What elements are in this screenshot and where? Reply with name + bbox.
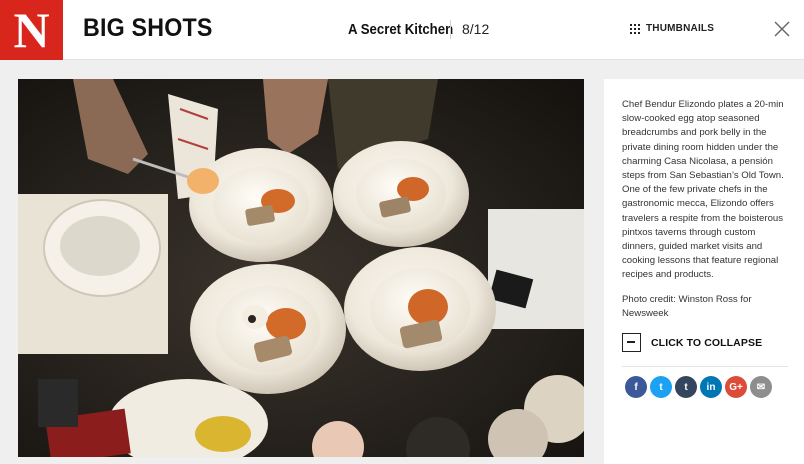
kitchen-plating-image [18, 79, 584, 457]
grid-icon [630, 23, 640, 34]
newsweek-logo[interactable]: N [0, 0, 63, 60]
facebook-icon[interactable]: f [625, 376, 647, 398]
thumbnails-button[interactable]: THUMBNAILS [630, 23, 714, 34]
close-icon[interactable] [772, 19, 792, 39]
slide-counter: 8/12 [462, 21, 490, 37]
photo-credit: Photo credit: Winston Ross for Newsweek [622, 294, 752, 320]
title-divider [450, 20, 451, 39]
share-buttons: f t t in G+ ✉ [625, 376, 775, 398]
panel-divider [622, 366, 788, 367]
collapse-label: CLICK TO COLLAPSE [651, 336, 763, 349]
caption-panel: Chef Bendur Elizondo plates a 20-min slo… [604, 79, 804, 464]
tumblr-icon[interactable]: t [675, 376, 697, 398]
gallery-photo [18, 79, 584, 457]
twitter-icon[interactable]: t [650, 376, 672, 398]
thumbnails-label: THUMBNAILS [646, 23, 715, 34]
minus-icon [622, 333, 641, 352]
googleplus-icon[interactable]: G+ [725, 376, 747, 398]
collapse-button[interactable]: CLICK TO COLLAPSE [622, 333, 762, 352]
photo-caption: Chef Bendur Elizondo plates a 20-min slo… [622, 99, 784, 281]
email-icon[interactable]: ✉ [750, 376, 772, 398]
section-title[interactable]: BIG SHOTS [83, 14, 213, 43]
linkedin-icon[interactable]: in [700, 376, 722, 398]
top-bar: N BIG SHOTS A Secret Kitchen 8/12 THUMBN… [0, 0, 804, 60]
gallery-title: A Secret Kitchen [348, 21, 454, 38]
